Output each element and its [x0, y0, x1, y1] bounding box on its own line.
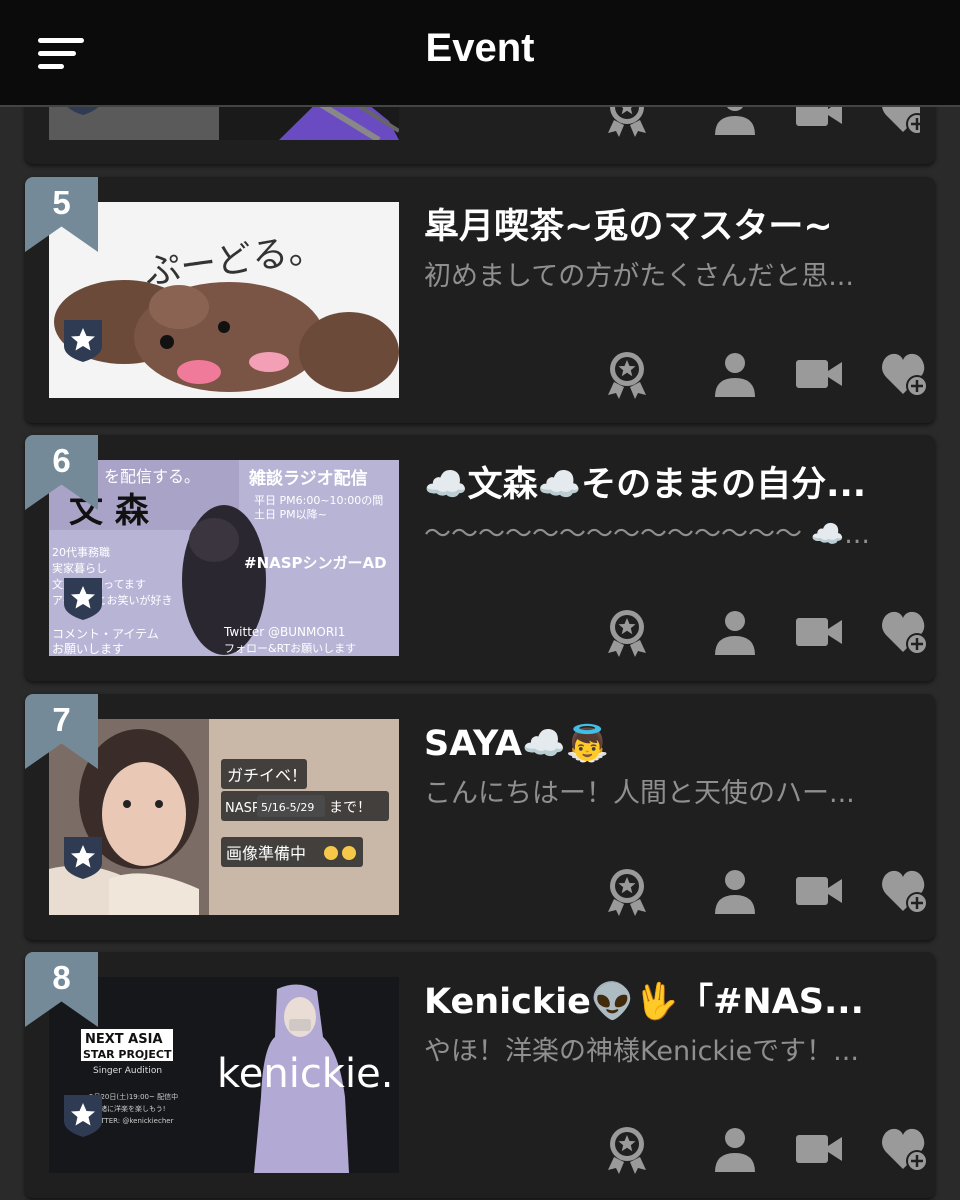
video-camera-icon[interactable] — [792, 607, 846, 657]
thumb-text: を配信する。 — [104, 467, 200, 486]
person-icon[interactable] — [708, 607, 762, 657]
heart-plus-icon[interactable] — [878, 607, 932, 657]
top-app-bar: Event — [0, 0, 960, 107]
event-title: ☁️文森☁️そのままの自分... — [424, 465, 867, 505]
thumb-text: #NASPシンガーAD — [244, 554, 387, 572]
card-actions — [600, 1124, 928, 1174]
person-icon[interactable] — [708, 349, 762, 399]
page-title: Event — [425, 26, 535, 70]
shield-star-icon — [62, 1093, 104, 1138]
thumb-text: Singer Audition — [93, 1066, 162, 1076]
heart-plus-icon[interactable] — [878, 1124, 932, 1174]
thumb-text: まで！ — [329, 800, 371, 816]
thumb-text: フォロー&RTお願いします — [224, 642, 356, 655]
event-title: Kenickie👽🖖「#NAS... — [424, 982, 864, 1022]
event-card[interactable]: 6 を配信する。 文 森 雑談ラジオ配信 平日 PM6:00~10:00の間 土… — [25, 435, 935, 681]
thumb-text: 実家暮らし — [52, 561, 107, 575]
card-actions — [600, 349, 928, 399]
shield-star-icon — [62, 318, 104, 363]
card-actions — [600, 866, 928, 916]
heart-plus-icon[interactable] — [878, 866, 932, 916]
event-description: 〜〜〜〜〜〜〜〜〜〜〜〜〜〜 ☁️... — [424, 519, 870, 550]
event-thumbnail: ガチイベ！ NASP 5/16-5/29 まで！ 画像準備中 — [49, 719, 399, 915]
thumb-text: NASP — [225, 801, 260, 816]
video-camera-icon[interactable] — [792, 349, 846, 399]
event-thumbnail: を配信する。 文 森 雑談ラジオ配信 平日 PM6:00~10:00の間 土日 … — [49, 460, 399, 656]
thumb-text: お願いします — [52, 642, 124, 656]
person-icon[interactable] — [708, 1124, 762, 1174]
event-description: やほ！洋楽の神様Kenickieです！... — [424, 1036, 859, 1067]
event-description: こんにちはー！人間と天使のハー... — [424, 778, 855, 809]
shield-star-icon — [62, 576, 104, 621]
heart-plus-icon[interactable] — [878, 349, 932, 399]
event-card[interactable]: 8 NEXT ASIA STAR PROJECT Singer Audition… — [25, 952, 935, 1198]
event-description: 初めましての方がたくさんだと思... — [424, 261, 854, 292]
thumb-text: コメント・アイテム — [52, 627, 159, 641]
event-title: 皐月喫茶~兎のマスター~ — [424, 207, 833, 247]
thumb-text: kenickie. — [217, 1051, 393, 1097]
video-camera-icon[interactable] — [792, 866, 846, 916]
card-actions — [600, 607, 928, 657]
thumb-text: 平日 PM6:00~10:00の間 — [254, 494, 383, 507]
event-thumbnail: ぷーどる。 — [49, 202, 399, 398]
event-card[interactable]: 7 ガチイベ！ NASP 5/16-5/29 まで！ 画像準備中 SAYA☁️👼 — [25, 694, 935, 940]
thumb-text: ガチイベ！ — [227, 766, 307, 785]
event-title: SAYA☁️👼 — [424, 724, 610, 764]
award-medal-icon[interactable] — [600, 866, 654, 916]
thumb-text: STAR PROJECT — [83, 1048, 172, 1061]
thumb-text: Twitter @BUNMORI1 — [223, 625, 345, 639]
thumb-text: 5/16-5/29 — [261, 801, 314, 814]
thumb-text: 土日 PM以降~ — [254, 507, 327, 521]
person-icon[interactable] — [708, 866, 762, 916]
thumb-text: 雑談ラジオ配信 — [248, 468, 368, 489]
video-camera-icon[interactable] — [792, 1124, 846, 1174]
award-medal-icon[interactable] — [600, 1124, 654, 1174]
thumb-text: 20代事務職 — [52, 545, 110, 559]
award-medal-icon[interactable] — [600, 349, 654, 399]
event-thumbnail: NEXT ASIA STAR PROJECT Singer Audition 5… — [49, 977, 399, 1173]
award-medal-icon[interactable] — [600, 607, 654, 657]
event-card[interactable]: 5 ぷーどる。 皐月喫茶~兎のマスター~ 初めましての方がたくさんだと思... — [25, 177, 935, 423]
thumb-text: 画像準備中 — [226, 844, 306, 863]
shield-star-icon — [62, 835, 104, 880]
thumb-text: NEXT ASIA — [85, 1032, 163, 1047]
